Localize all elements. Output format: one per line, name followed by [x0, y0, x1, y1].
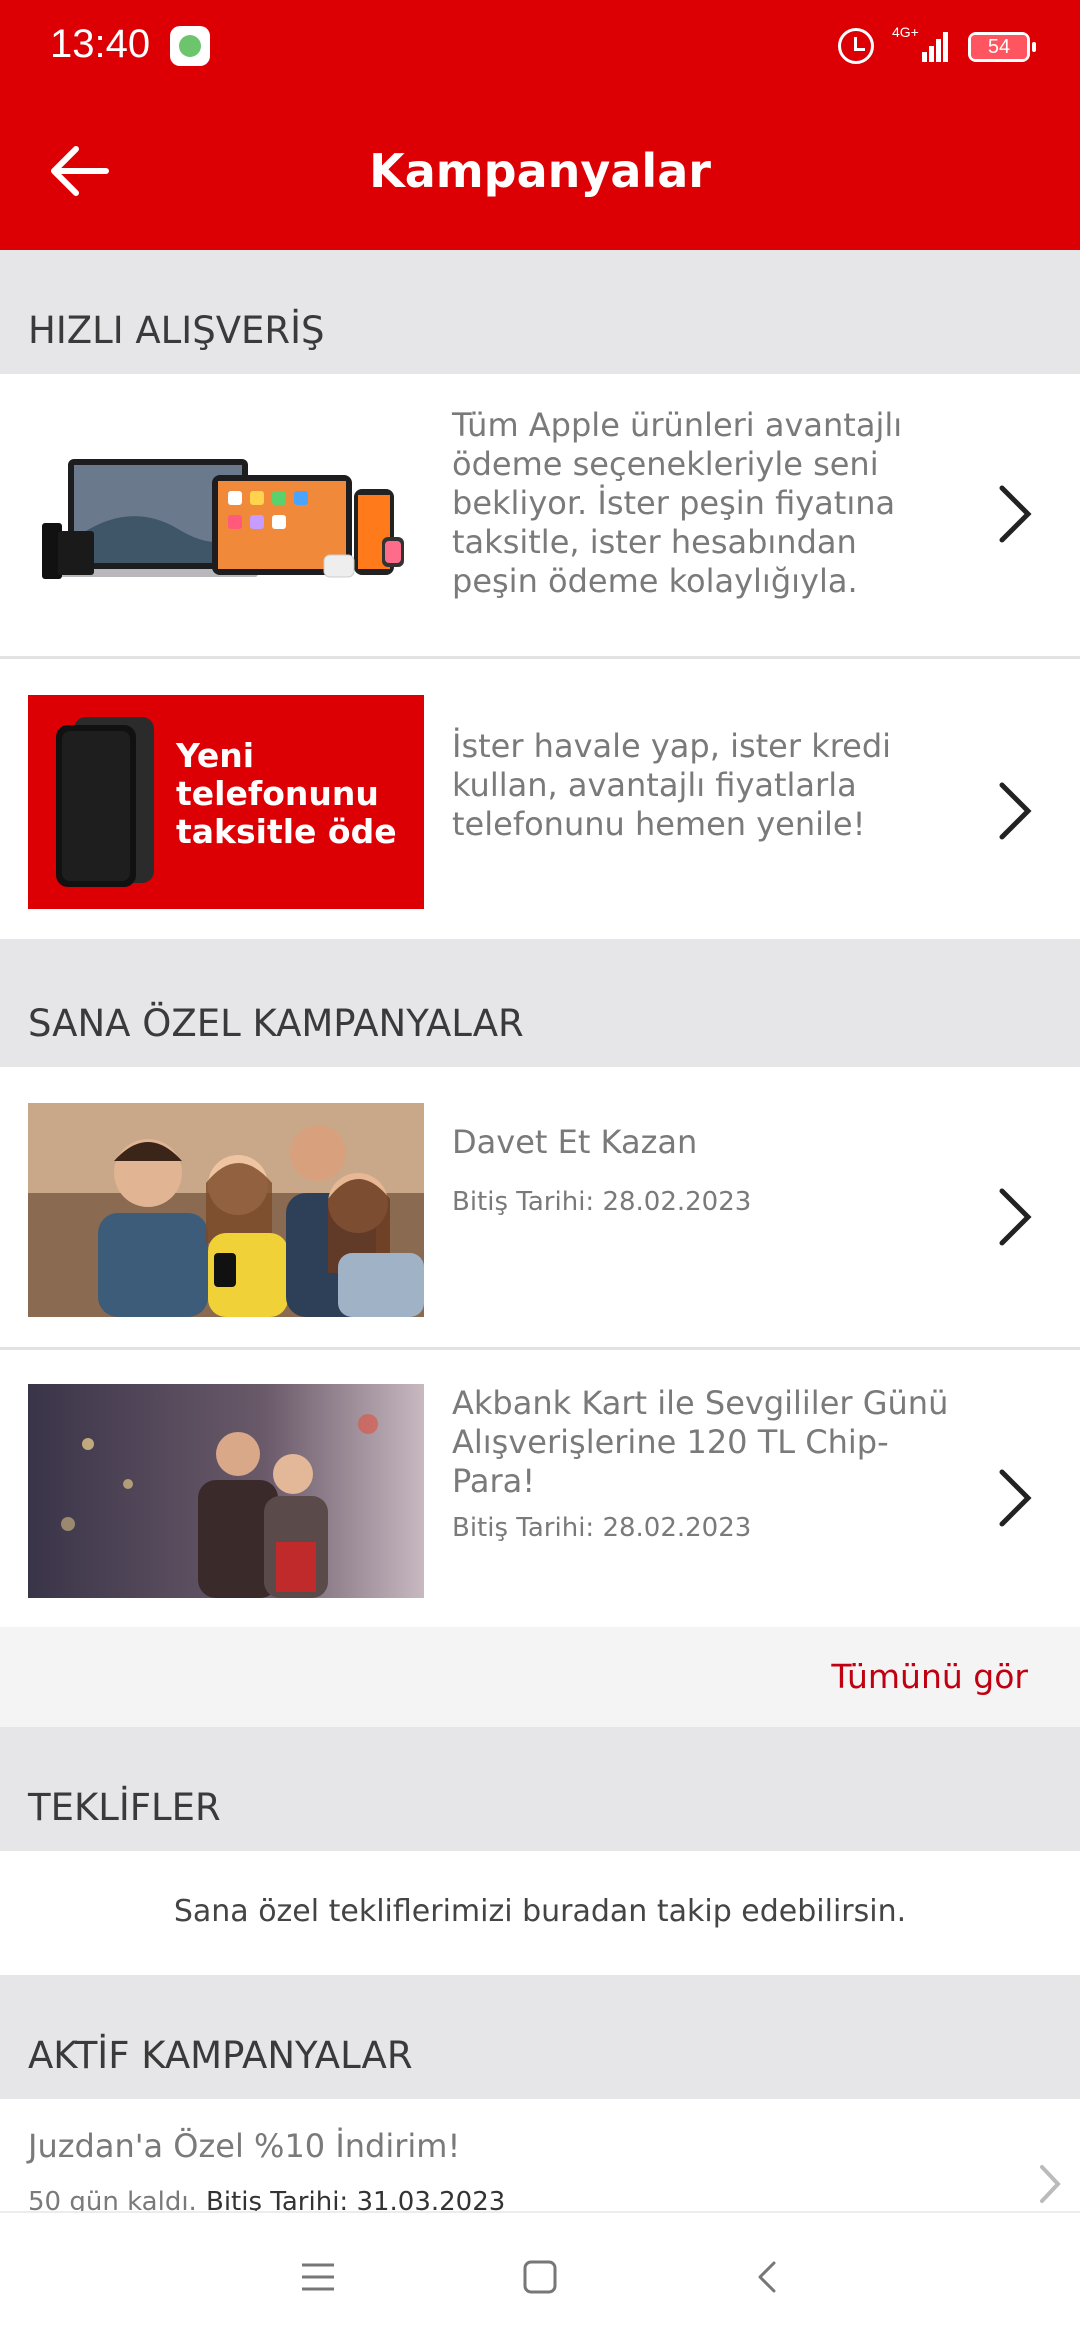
campaign-title: Davet Et Kazan	[452, 1123, 698, 1161]
apple-products-card[interactable]: Tüm Apple ürünleri avantajlı ödeme seçen…	[0, 374, 1080, 656]
campaign-end-date: Bitiş Tarihi: 31.03.2023	[206, 2187, 506, 2211]
menu-icon[interactable]	[300, 2261, 336, 2293]
offers-text: Sana özel tekliflerimizi buradan takip e…	[173, 1894, 907, 1929]
status-bar: 13:40 4G+ 54	[0, 0, 1080, 96]
section-title: AKTİF KAMPANYALAR	[28, 2034, 413, 2077]
system-nav-bar	[0, 2211, 1080, 2340]
campaign-end-date: Bitiş Tarihi: 28.02.2023	[452, 1187, 752, 1217]
chevron-right-icon[interactable]	[1036, 2159, 1066, 2209]
section-title: HIZLI ALIŞVERİŞ	[28, 309, 325, 352]
promo-image-text: Yeni telefonunu taksitle öde	[176, 736, 397, 851]
battery-icon: 54	[968, 32, 1036, 62]
chevron-right-icon[interactable]	[990, 1177, 1040, 1257]
phone-promo-image: Yeni telefonunu taksitle öde	[28, 695, 424, 909]
section-offers: TEKLİFLER	[0, 1727, 1080, 1851]
section-quick-shopping: HIZLI ALIŞVERİŞ	[0, 250, 1080, 374]
chevron-right-icon[interactable]	[990, 1458, 1040, 1538]
smartphone-icon	[56, 717, 154, 887]
chevron-right-icon[interactable]	[990, 771, 1040, 851]
section-title: TEKLİFLER	[28, 1786, 221, 1829]
chevron-right-icon[interactable]	[990, 474, 1040, 554]
section-special-campaigns: SANA ÖZEL KAMPANYALAR	[0, 939, 1080, 1067]
offers-info[interactable]: Sana özel tekliflerimizi buradan takip e…	[0, 1851, 1080, 1975]
active-campaign-item[interactable]: Juzdan'a Özel %10 İndirim! 50 gün kaldı.…	[0, 2099, 1080, 2211]
couple-shopping-photo	[28, 1384, 424, 1598]
friends-photo	[28, 1103, 424, 1317]
campaign-item[interactable]: Akbank Kart ile Sevgililer Günü Alışveri…	[0, 1350, 1080, 1627]
page-title: Kampanyalar	[369, 144, 711, 198]
campaign-end-date: Bitiş Tarihi: 28.02.2023	[452, 1513, 752, 1543]
campaign-title: Juzdan'a Özel %10 İndirim!	[28, 2127, 461, 2165]
card-description: İster havale yap, ister kredi kullan, av…	[452, 727, 892, 843]
status-time: 13:40	[50, 22, 151, 66]
alarm-icon	[838, 28, 874, 64]
back-triangle-icon[interactable]	[752, 2259, 782, 2295]
campaign-item[interactable]: Davet Et Kazan Bitiş Tarihi: 28.02.2023	[0, 1067, 1080, 1347]
campaign-title: Akbank Kart ile Sevgililer Günü Alışveri…	[452, 1384, 949, 1500]
apple-devices-image	[28, 419, 424, 599]
section-title: SANA ÖZEL KAMPANYALAR	[28, 1002, 524, 1045]
app-header: Kampanyalar	[0, 96, 1080, 250]
signal-icon	[922, 32, 948, 62]
chat-notification-icon	[170, 26, 210, 66]
section-active-campaigns: AKTİF KAMPANYALAR	[0, 1975, 1080, 2099]
battery-level: 54	[971, 35, 1027, 59]
see-all-link[interactable]: Tümünü gör	[831, 1657, 1028, 1696]
home-square-icon[interactable]	[522, 2259, 558, 2295]
card-description: Tüm Apple ürünleri avantajlı ödeme seçen…	[452, 406, 903, 600]
phone-installment-card[interactable]: Yeni telefonunu taksitle öde İster haval…	[0, 659, 1080, 939]
days-left: 50 gün kaldı.	[28, 2187, 197, 2211]
see-all-row: Tümünü gör	[0, 1627, 1080, 1727]
